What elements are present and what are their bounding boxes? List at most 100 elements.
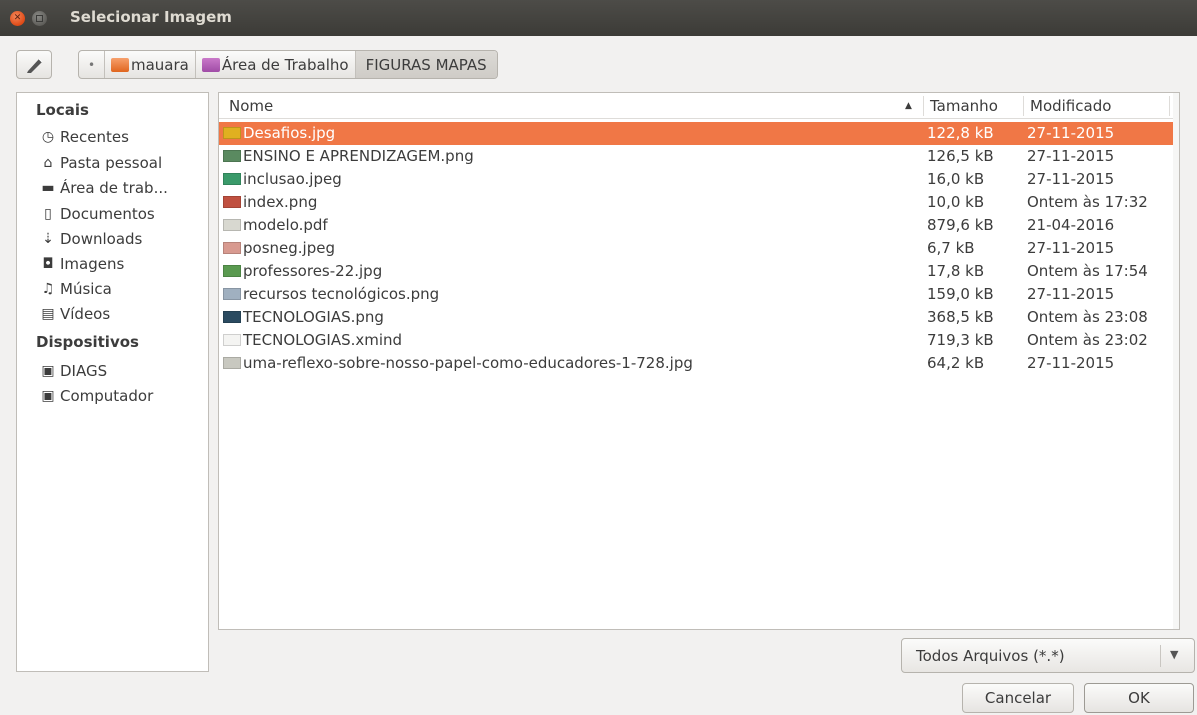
file-list: Nome ▲ Tamanho Modificado Desafios.jpg 12… [218, 92, 1180, 630]
file-name: inclusao.jpeg [223, 170, 342, 188]
file-name-text: index.png [243, 193, 318, 211]
file-type-filter-select[interactable]: Todos Arquivos (*.*) ▼ [901, 638, 1195, 673]
sidebar-item-recentes[interactable]: ◷ Recentes [39, 125, 129, 149]
film-icon: ▤ [41, 306, 55, 322]
sidebar-item-computador[interactable]: ▣ Computador [39, 384, 153, 408]
file-size: 159,0 kB [927, 285, 994, 303]
file-name-text: Desafios.jpg [243, 124, 336, 142]
edit-location-button[interactable] [16, 50, 52, 79]
file-thumbnail-icon [223, 357, 241, 369]
file-name: index.png [223, 193, 317, 211]
file-row[interactable]: recursos tecnológicos.png 159,0 kB 27-11-2… [219, 283, 1179, 306]
document-icon: ▯ [44, 206, 52, 222]
breadcrumb-item-current[interactable]: FIGURAS MAPAS [355, 51, 497, 78]
column-header-name[interactable]: Nome [229, 97, 273, 115]
breadcrumb-item-home[interactable]: mauara [105, 51, 196, 78]
file-modified: 27-11-2015 [1027, 239, 1115, 257]
file-list-header: Nome ▲ Tamanho Modificado [219, 93, 1179, 119]
desktop-folder-icon [201, 57, 220, 72]
ok-button[interactable]: OK [1084, 683, 1194, 713]
title-bar: ✕ Selecionar Imagem [0, 0, 1197, 36]
file-size: 17,8 kB [927, 262, 985, 280]
sidebar-item-diags[interactable]: ▣ DIAGS [39, 359, 107, 383]
file-modified: 27-11-2015 [1027, 354, 1115, 372]
music-icon: ♫ [41, 281, 55, 297]
drive-icon: ▣ [41, 363, 55, 379]
file-modified: 21-04-2016 [1027, 216, 1115, 234]
sidebar-item-pasta-pessoal[interactable]: ⌂ Pasta pessoal [39, 151, 163, 175]
file-name-text: TECNOLOGIAS.xmind [243, 331, 403, 349]
minimize-icon[interactable] [32, 11, 47, 26]
sidebar-item-musica[interactable]: ♫ Música [39, 277, 112, 301]
file-thumbnail-icon [223, 219, 241, 231]
column-header-size[interactable]: Tamanho [930, 97, 998, 115]
file-name-text: TECNOLOGIAS.png [243, 308, 384, 326]
folder-icon: ▬ [41, 180, 55, 196]
file-name: modelo.pdf [223, 216, 328, 234]
sidebar-item-downloads[interactable]: ⇣ Downloads [39, 227, 142, 251]
file-modified: Ontem às 23:02 [1027, 331, 1148, 349]
file-row[interactable]: Desafios.jpg 122,8 kB 27-11-2015 [219, 122, 1179, 145]
sidebar-item-area-de-trabalho[interactable]: ▬ Área de trab... [39, 176, 168, 200]
file-thumbnail-icon [223, 288, 241, 300]
column-header-modified[interactable]: Modificado [1030, 97, 1111, 115]
file-size: 10,0 kB [927, 193, 985, 211]
places-sidebar: Locais ◷ Recentes ⌂ Pasta pessoal ▬ Área… [16, 92, 209, 672]
locais-heading: Locais [36, 101, 89, 119]
sidebar-item-documentos[interactable]: ▯ Documentos [39, 202, 155, 226]
breadcrumb-item-desktop[interactable]: Área de Trabalho [196, 51, 356, 78]
file-thumbnail-icon [223, 196, 241, 208]
file-row[interactable]: uma-reflexo-sobre-nosso-papel-como-educa… [219, 352, 1179, 375]
file-row[interactable]: ENSINO E APRENDIZAGEM.png 126,5 kB 27-11-2… [219, 145, 1179, 168]
file-name-text: ENSINO E APRENDIZAGEM.png [243, 147, 474, 165]
dispositivos-heading: Dispositivos [36, 333, 139, 351]
close-icon[interactable]: ✕ [10, 11, 25, 26]
download-icon: ⇣ [42, 231, 54, 247]
file-list-scrollbar[interactable] [1173, 93, 1179, 629]
file-row[interactable]: inclusao.jpeg 16,0 kB 27-11-2015 [219, 168, 1179, 191]
file-name: uma-reflexo-sobre-nosso-papel-como-educa… [223, 354, 693, 372]
file-name: professores-22.jpg [223, 262, 382, 280]
breadcrumb: • mauara Área de Trabalho FIGURAS MAPAS [78, 50, 498, 79]
file-modified: 27-11-2015 [1027, 170, 1115, 188]
file-row[interactable]: TECNOLOGIAS.xmind 719,3 kB Ontem às 23:02 [219, 329, 1179, 352]
file-row[interactable]: posneg.jpeg 6,7 kB 27-11-2015 [219, 237, 1179, 260]
file-size: 16,0 kB [927, 170, 985, 188]
drive-icon: ▣ [41, 388, 55, 404]
sort-ascending-icon: ▲ [905, 101, 912, 111]
file-size: 126,5 kB [927, 147, 994, 165]
file-row[interactable]: professores-22.jpg 17,8 kB Ontem às 17:54 [219, 260, 1179, 283]
file-name-text: modelo.pdf [243, 216, 328, 234]
file-size: 719,3 kB [927, 331, 994, 349]
camera-icon: ◘ [42, 256, 54, 272]
file-size: 64,2 kB [927, 354, 985, 372]
file-modified: Ontem às 17:54 [1027, 262, 1148, 280]
file-row[interactable]: index.png 10,0 kB Ontem às 17:32 [219, 191, 1179, 214]
file-name-text: recursos tecnológicos.png [243, 285, 440, 303]
file-name-text: inclusao.jpeg [243, 170, 342, 188]
sidebar-item-imagens[interactable]: ◘ Imagens [39, 252, 124, 276]
file-size: 879,6 kB [927, 216, 994, 234]
file-row[interactable]: modelo.pdf 879,6 kB 21-04-2016 [219, 214, 1179, 237]
file-name: ENSINO E APRENDIZAGEM.png [223, 147, 474, 165]
file-name: TECNOLOGIAS.xmind [223, 331, 402, 349]
file-type-filter-value: Todos Arquivos (*.*) [916, 647, 1065, 665]
file-modified: 27-11-2015 [1027, 124, 1115, 142]
window-title: Selecionar Imagem [70, 8, 232, 26]
file-modified: 27-11-2015 [1027, 147, 1115, 165]
home-folder-icon [111, 57, 129, 72]
home-icon: ⌂ [43, 155, 53, 171]
file-row[interactable]: TECNOLOGIAS.png 368,5 kB Ontem às 23:08 [219, 306, 1179, 329]
file-name-text: uma-reflexo-sobre-nosso-papel-como-educa… [243, 354, 693, 372]
clock-icon: ◷ [41, 129, 55, 145]
cancel-button[interactable]: Cancelar [962, 683, 1074, 713]
sidebar-item-videos[interactable]: ▤ Vídeos [39, 302, 110, 326]
file-name: recursos tecnológicos.png [223, 285, 439, 303]
file-size: 122,8 kB [927, 124, 994, 142]
pencil-icon [27, 58, 43, 73]
file-modified: Ontem às 23:08 [1027, 308, 1148, 326]
breadcrumb-scroll-left-button[interactable]: • [79, 51, 105, 78]
file-modified: 27-11-2015 [1027, 285, 1115, 303]
file-name-text: posneg.jpeg [243, 239, 335, 257]
file-thumbnail-icon [223, 242, 241, 254]
